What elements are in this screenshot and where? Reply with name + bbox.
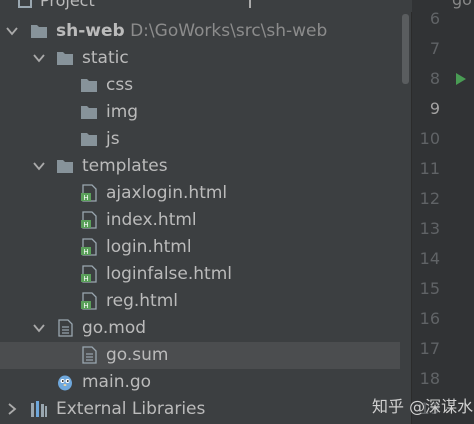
tree-row-css[interactable]: css <box>0 72 400 99</box>
line-number: 10 <box>419 129 440 148</box>
file-login-label: login.html <box>106 237 192 257</box>
line-number: 15 <box>419 279 440 298</box>
root-folder-name: sh-web <box>56 21 125 41</box>
line-number: 8 <box>429 69 440 88</box>
svg-text:H: H <box>83 275 88 283</box>
tree-row-ajaxlogin[interactable]: H ajaxlogin.html <box>0 180 400 207</box>
tree-row-static[interactable]: static <box>0 45 400 72</box>
scrollbar-thumb[interactable] <box>402 14 409 84</box>
line-number: 18 <box>419 369 440 388</box>
line-number: 13 <box>419 219 440 238</box>
line-number: 11 <box>419 159 440 178</box>
line-number: 14 <box>419 249 440 268</box>
gopher-icon <box>58 375 72 391</box>
folder-icon <box>81 106 97 119</box>
module-file-icon <box>58 319 73 337</box>
html-file-icon: H <box>81 265 97 283</box>
html-file-icon: H <box>81 211 97 229</box>
tree-row-root[interactable]: sh-web D:\GoWorks\src\sh-web <box>0 18 400 45</box>
project-tree: sh-web D:\GoWorks\src\sh-web static css … <box>0 12 412 424</box>
file-main-label: main.go <box>82 372 152 392</box>
svg-text:H: H <box>83 248 88 256</box>
svg-text:H: H <box>83 194 88 202</box>
folder-static-label: static <box>82 48 129 68</box>
line-number: 7 <box>429 39 440 58</box>
locate-icon[interactable] <box>243 0 257 8</box>
html-file-icon: H <box>81 238 97 256</box>
project-icon <box>18 0 32 8</box>
editor-gutter <box>412 0 474 424</box>
folder-css-label: css <box>106 75 134 95</box>
chevron-down-icon[interactable] <box>33 160 45 172</box>
tree-row-index[interactable]: H index.html <box>0 207 400 234</box>
tree-row-external-libraries[interactable]: External Libraries <box>0 396 400 423</box>
library-icon <box>31 401 47 417</box>
project-title[interactable]: Project <box>40 0 95 10</box>
folder-js-label: js <box>106 129 120 149</box>
external-libraries-label: External Libraries <box>56 399 206 419</box>
tree-row-gomod[interactable]: go.mod <box>0 315 400 342</box>
tree-row-js[interactable]: js <box>0 126 400 153</box>
line-number: 6 <box>429 9 440 28</box>
chevron-down-icon[interactable] <box>33 322 45 334</box>
tree-row-img[interactable]: img <box>0 99 400 126</box>
file-index-label: index.html <box>106 210 197 230</box>
tree-row-gosum[interactable]: go.sum <box>0 342 400 369</box>
tree-row-templates[interactable]: templates <box>0 153 400 180</box>
folder-icon <box>31 25 47 38</box>
hide-icon[interactable] <box>340 0 354 8</box>
run-gutter-icon[interactable] <box>455 72 467 86</box>
line-number: 12 <box>419 189 440 208</box>
folder-templates-label: templates <box>82 156 168 176</box>
line-number: 16 <box>419 309 440 328</box>
folder-icon <box>81 133 97 146</box>
chevron-right-icon[interactable] <box>6 403 18 415</box>
file-reg-label: reg.html <box>106 291 178 311</box>
root-folder-path: D:\GoWorks\src\sh-web <box>130 21 328 41</box>
file-gomod-label: go.mod <box>82 318 147 338</box>
tree-row-loginfalse[interactable]: H loginfalse.html <box>0 261 400 288</box>
editor-tab-fragment[interactable]: go <box>452 0 472 9</box>
file-ajaxlogin-label: ajaxlogin.html <box>106 183 228 203</box>
collapse-all-icon[interactable] <box>270 0 284 8</box>
folder-icon <box>57 52 73 65</box>
line-number: 9 <box>429 99 440 118</box>
folder-img-label: img <box>106 102 139 122</box>
tree-row-reg[interactable]: H reg.html <box>0 288 400 315</box>
svg-text:H: H <box>83 221 88 229</box>
folder-icon <box>57 160 73 173</box>
tree-row-login[interactable]: H login.html <box>0 234 400 261</box>
file-loginfalse-label: loginfalse.html <box>106 264 232 284</box>
watermark: 知乎 @深谋水 <box>372 397 474 416</box>
line-number: 17 <box>419 339 440 358</box>
svg-text:H: H <box>83 302 88 310</box>
chevron-down-icon[interactable] <box>33 52 45 64</box>
html-file-icon: H <box>81 292 97 310</box>
tree-row-main[interactable]: main.go <box>0 369 400 396</box>
text-file-icon <box>82 346 97 364</box>
html-file-icon: H <box>81 184 97 202</box>
folder-icon <box>81 79 97 92</box>
file-gosum-label: go.sum <box>106 345 169 365</box>
chevron-down-icon[interactable] <box>6 25 18 37</box>
settings-icon[interactable] <box>306 0 320 8</box>
